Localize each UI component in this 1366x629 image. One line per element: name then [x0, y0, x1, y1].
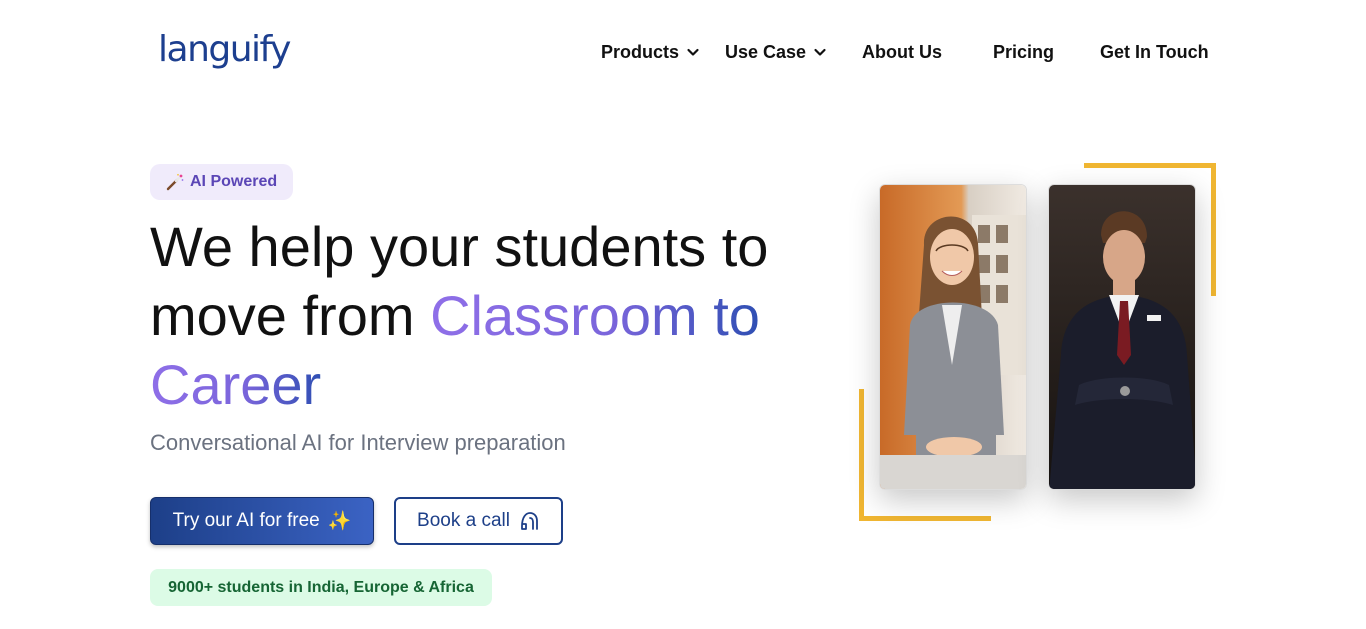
magic-wand-icon — [166, 173, 184, 191]
headline-line-1: We help your students to — [150, 215, 769, 278]
languify-logo[interactable]: languify — [158, 28, 291, 72]
chevron-down-icon — [685, 44, 701, 60]
button-label: Book a call — [417, 510, 510, 531]
headline-highlight-1: Classroom to — [430, 284, 760, 347]
nav-item-use-case[interactable]: Use Case — [725, 38, 828, 66]
nav-item-products[interactable]: Products — [601, 38, 701, 66]
nav-item-about-us[interactable]: About Us — [862, 38, 942, 66]
nav-item-label: About Us — [862, 41, 942, 62]
ai-powered-badge: AI Powered — [150, 164, 294, 200]
badge-label: AI Powered — [190, 173, 278, 190]
nav-item-label: Products — [601, 41, 680, 62]
students-stat-badge: 9000+ students in India, Europe & Africa — [150, 569, 492, 606]
book-a-call-button[interactable]: Book a call — [394, 497, 563, 545]
button-label: Try our AI for free — [172, 510, 320, 531]
headline-highlight-2: Career — [150, 353, 322, 416]
nav-item-get-in-touch[interactable]: Get In Touch — [1100, 38, 1209, 66]
chevron-down-icon — [812, 44, 828, 60]
try-ai-free-button[interactable]: Try our AI for free ✨ — [150, 497, 374, 545]
woman-portrait-image — [879, 184, 1027, 490]
hero-subtitle: Conversational AI for Interview preparat… — [150, 430, 566, 455]
nav-item-pricing[interactable]: Pricing — [993, 38, 1054, 66]
nav-item-label: Get In Touch — [1100, 41, 1209, 62]
man-portrait-image — [1048, 184, 1196, 490]
headset-icon — [518, 510, 540, 532]
headline-line-2-plain: move from — [150, 284, 431, 347]
nav-item-label: Use Case — [725, 41, 807, 62]
nav-item-label: Pricing — [993, 41, 1055, 62]
hero-headline: We help your students to move from Class… — [150, 212, 790, 419]
sparkles-icon: ✨ — [327, 511, 352, 532]
site-header: languify Products Use Case About Us Pric… — [0, 0, 1366, 100]
